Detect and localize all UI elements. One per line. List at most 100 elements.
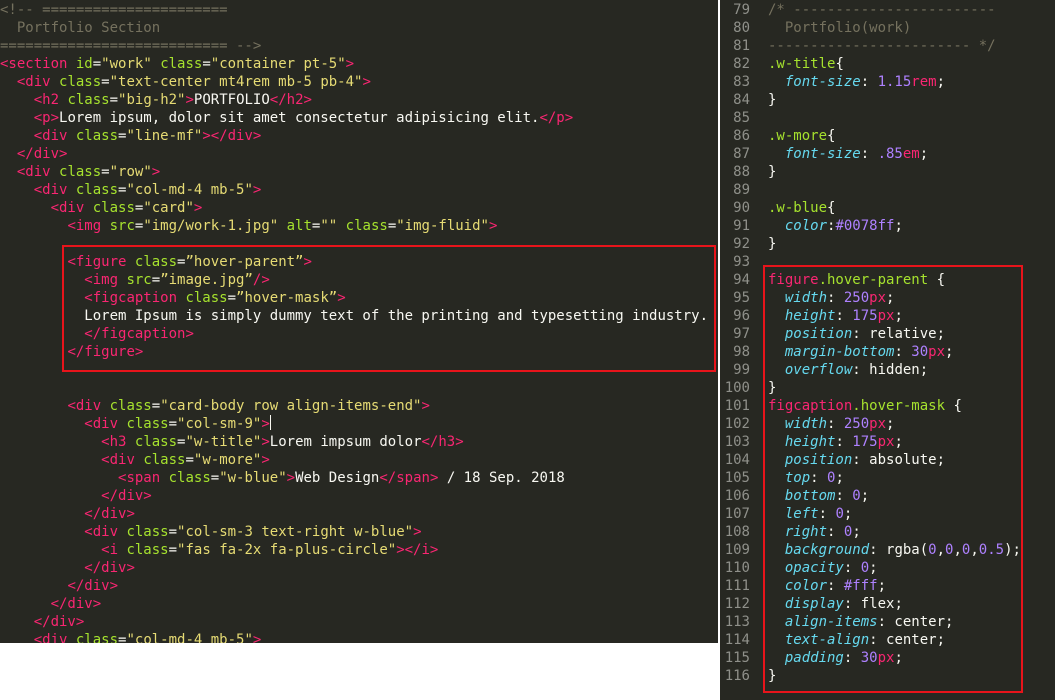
css-code-line[interactable]: 87 font-size: .85em; — [720, 145, 1021, 163]
html-code-line[interactable]: <div class="line-mf"></div> — [0, 127, 708, 145]
line-number: 116 — [724, 668, 750, 684]
html-code-line[interactable]: </div> — [0, 577, 708, 595]
html-code-line[interactable]: </div> — [0, 505, 708, 523]
code-token: { — [827, 200, 836, 216]
code-token: = — [185, 452, 194, 468]
css-code-line[interactable]: 90 .w-blue{ — [720, 199, 1021, 217]
line-number: 99 — [733, 362, 750, 378]
code-token: ; — [936, 74, 946, 90]
code-token: / 18 Sep. 2018 — [438, 470, 565, 486]
css-code-line[interactable]: 89 — [720, 181, 1021, 199]
line-number: 102 — [724, 416, 750, 432]
code-token: > — [286, 470, 296, 486]
html-code-line[interactable]: <section id="work" class="container pt-5… — [0, 55, 708, 73]
code-token: </h2> — [269, 92, 312, 108]
code-token: "" — [320, 218, 338, 234]
code-token: = — [101, 164, 110, 180]
html-code-line[interactable]: <div class="card-body row align-items-en… — [0, 397, 708, 415]
html-editor-pane[interactable]: <!-- ====================== Portfolio Se… — [0, 0, 718, 643]
code-token: = — [202, 56, 211, 72]
css-editor-pane[interactable]: 79/* ------------------------ 80 Portfoli… — [720, 0, 1055, 700]
code-token: <div — [16, 74, 51, 90]
html-code-line[interactable] — [0, 379, 708, 397]
code-token: class — [109, 398, 152, 414]
line-number: 81 — [733, 38, 750, 54]
css-code-line[interactable]: 86 .w-more{ — [720, 127, 1021, 145]
css-code-line[interactable]: 91 color:#0078ff; — [720, 217, 1021, 235]
html-code-line[interactable]: </div> — [0, 595, 708, 613]
code-token: class — [75, 632, 119, 643]
html-code-line[interactable]: <span class="w-blue">Web Design</span> /… — [0, 469, 708, 487]
code-token: "row" — [109, 164, 152, 180]
code-token: > — [252, 182, 262, 198]
line-number: 92 — [733, 236, 750, 252]
html-code-line[interactable]: <p>Lorem ipsum, dolor sit amet consectet… — [0, 109, 708, 127]
html-code-line[interactable]: <div class="col-sm-3 text-right w-blue"> — [0, 523, 708, 541]
html-code-line[interactable]: <div class="col-sm-9"> — [0, 415, 708, 433]
code-token: "w-more" — [193, 452, 262, 468]
code-token: font-size — [784, 146, 861, 162]
html-code-line[interactable]: <div class="col-md-4 mb-5"> — [0, 181, 708, 199]
code-token: > — [252, 632, 262, 643]
code-token: <p> — [33, 110, 60, 126]
code-token: <div — [101, 452, 135, 468]
figure-code-highlight-box — [62, 245, 716, 372]
code-token: ; — [894, 218, 903, 234]
css-code-line[interactable]: 79 /* ------------------------ — [720, 1, 1021, 19]
line-number: 103 — [724, 434, 750, 450]
css-code-line[interactable]: 80 Portfolio(work) — [720, 19, 1021, 37]
line-number: 115 — [724, 650, 750, 666]
line-number: 90 — [733, 200, 750, 216]
css-code-line[interactable]: 84} — [720, 91, 1021, 109]
line-number: 94 — [733, 272, 750, 288]
html-code-line[interactable]: <div class="w-more"> — [0, 451, 708, 469]
html-code-line[interactable]: <img src="img/work-1.jpg" alt="" class="… — [0, 217, 708, 235]
code-token: <div — [33, 182, 68, 198]
code-token: </p> — [539, 110, 574, 126]
code-token: > — [261, 434, 270, 450]
code-token: id — [75, 56, 93, 72]
html-code-line[interactable]: </div> — [0, 559, 708, 577]
css-code-line[interactable]: 85 — [720, 109, 1021, 127]
css-code-line[interactable]: 92} — [720, 235, 1021, 253]
line-number: 79 — [733, 2, 750, 18]
html-code-line[interactable]: <div class="col-md-4 mb-5"> — [0, 631, 708, 643]
html-code-line[interactable]: <!-- ====================== — [0, 1, 708, 19]
line-number: 110 — [724, 560, 750, 576]
line-number: 95 — [733, 290, 750, 306]
line-number: 83 — [733, 74, 750, 90]
code-token: { — [835, 56, 844, 72]
code-token: = — [92, 56, 102, 72]
html-code-line[interactable]: <div class="card"> — [0, 199, 708, 217]
code-token: class — [126, 542, 169, 558]
html-code-line[interactable]: =========================== --> — [0, 37, 708, 55]
html-code-line[interactable]: </div> — [0, 613, 708, 631]
html-code-line[interactable]: </div> — [0, 145, 708, 163]
code-token: <!-- ====================== — [0, 2, 228, 18]
code-token: class — [134, 434, 178, 450]
html-code-line[interactable]: <i class="fas fa-2x fa-plus-circle"></i> — [0, 541, 708, 559]
html-code-line[interactable]: </div> — [0, 487, 708, 505]
html-code-line[interactable]: <div class="text-center mt4rem mb-5 pb-4… — [0, 73, 708, 91]
code-token: class — [126, 524, 169, 540]
css-code-line[interactable]: 82 .w-title{ — [720, 55, 1021, 73]
html-code-line[interactable]: Portfolio Section — [0, 19, 708, 37]
css-code-line[interactable]: 83 font-size: 1.15rem; — [720, 73, 1021, 91]
code-token: "col-md-4 mb-5" — [126, 182, 253, 198]
html-code-line[interactable]: <div class="row"> — [0, 163, 708, 181]
html-code-line[interactable]: <h3 class="w-title">Lorem impsum dolor</… — [0, 433, 708, 451]
css-code-line[interactable]: 88} — [720, 163, 1021, 181]
code-token: "img-fluid" — [396, 218, 489, 234]
css-code-line[interactable]: 81 ------------------------ */ — [720, 37, 1021, 55]
html-code-line[interactable]: <h2 class="big-h2">PORTFOLIO</h2> — [0, 91, 708, 109]
